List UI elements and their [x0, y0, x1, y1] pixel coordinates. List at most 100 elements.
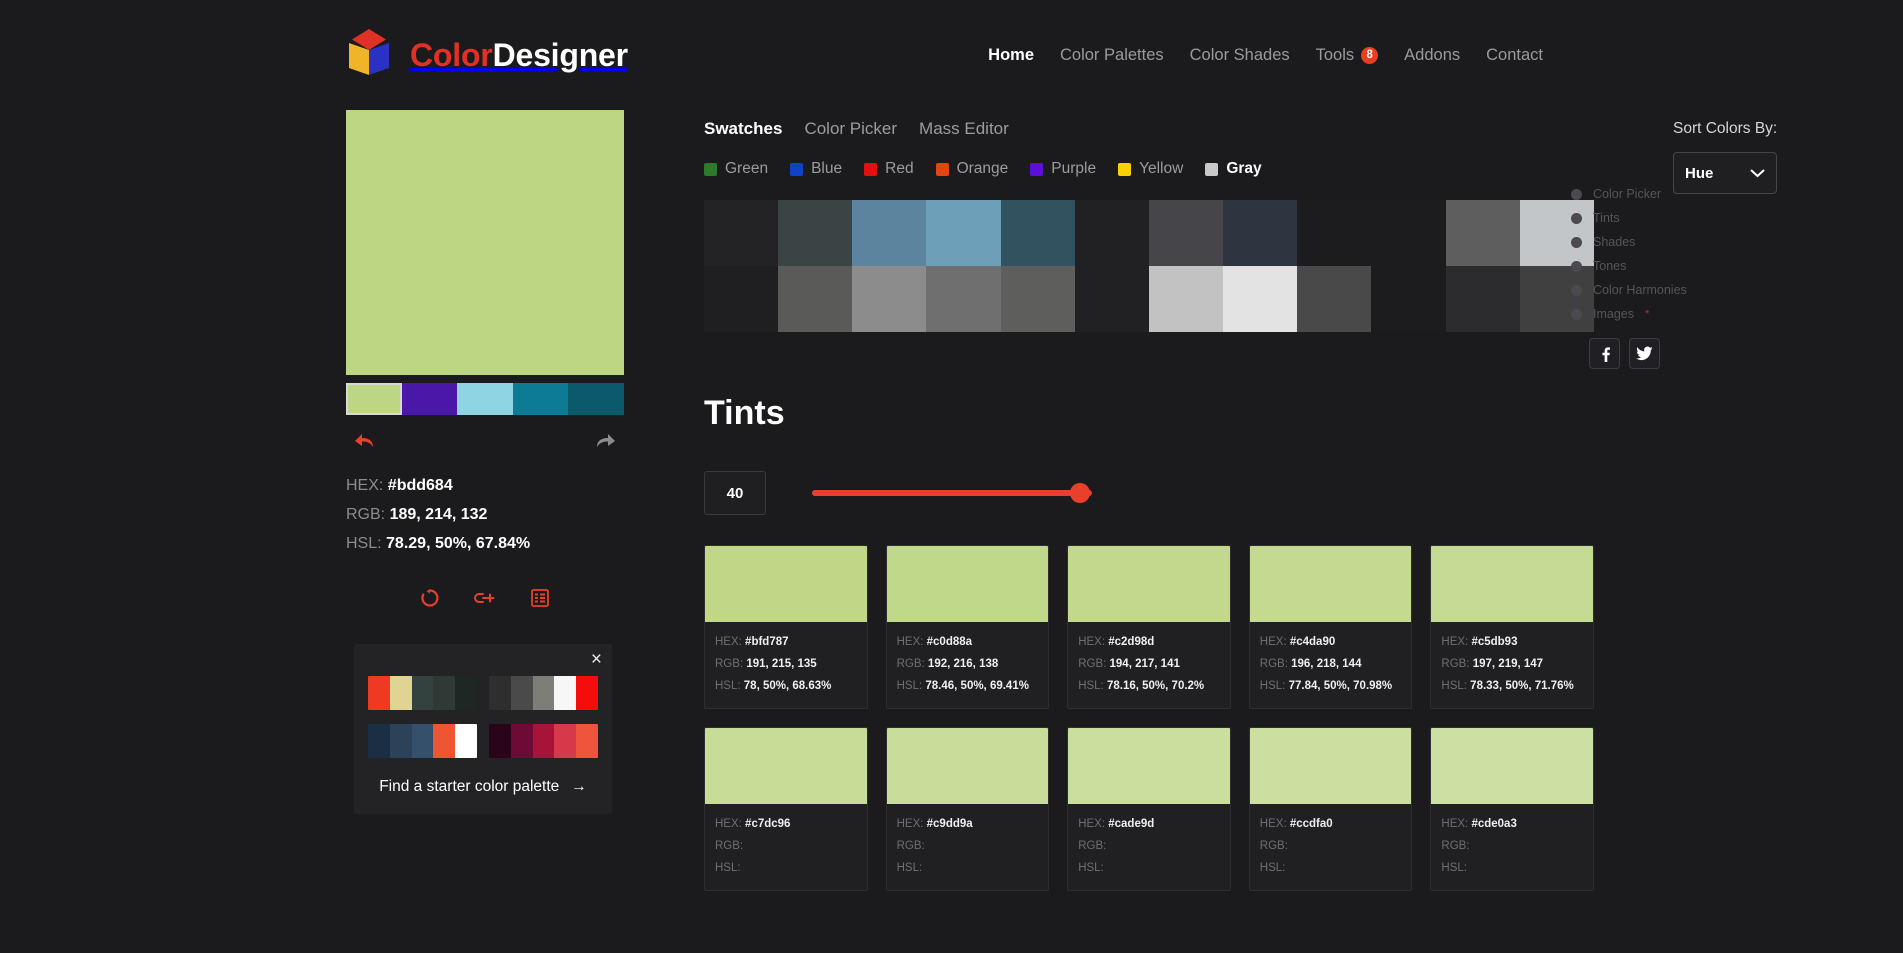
starter-palette-3[interactable] — [368, 724, 477, 758]
category-green[interactable]: Green — [704, 160, 768, 178]
nav-item-tools[interactable]: Tools 8 — [1316, 46, 1379, 65]
category-gray[interactable]: Gray — [1205, 160, 1262, 178]
swatch-cell[interactable] — [704, 266, 779, 332]
category-color-dot — [864, 162, 878, 176]
category-red[interactable]: Red — [864, 160, 914, 178]
tint-card[interactable]: HEX: #c7dc96 RGB: HSL: — [704, 727, 868, 891]
swatch-cell[interactable] — [1000, 266, 1075, 332]
tint-card[interactable]: HEX: #c2d98d RGB: 194, 217, 141 HSL: 78.16… — [1067, 545, 1231, 709]
category-yellow[interactable]: Yellow — [1118, 160, 1183, 178]
palette-swatch-1[interactable] — [346, 383, 402, 415]
find-starter-palette-label: Find a starter color palette — [379, 778, 560, 795]
tint-card[interactable]: HEX: #c9dd9a RGB: HSL: — [885, 727, 1050, 891]
category-purple[interactable]: Purple — [1030, 160, 1096, 178]
tint-chip[interactable] — [1068, 546, 1230, 622]
site-logo[interactable]: ColorDesigner — [346, 29, 628, 81]
swatch-cell[interactable] — [1371, 200, 1446, 266]
tint-card[interactable]: HEX: #c4da90 RGB: 196, 218, 144 HSL: 77.84… — [1248, 545, 1413, 709]
starter-palette-4[interactable] — [489, 724, 598, 758]
randomize-icon[interactable] — [420, 588, 440, 608]
starter-palette-2[interactable] — [489, 676, 598, 710]
tint-chip[interactable] — [1249, 728, 1412, 804]
nav-item-addons[interactable]: Addons — [1404, 46, 1460, 65]
side-nav-item[interactable]: Tints — [1571, 206, 1761, 230]
palette-swatch-2[interactable] — [401, 383, 458, 415]
tint-chip[interactable] — [705, 728, 867, 804]
palette-swatch-4[interactable] — [512, 383, 569, 415]
tint-card[interactable]: HEX: #cde0a3 RGB: HSL: — [1430, 727, 1594, 891]
tint-card[interactable]: HEX: #cade9d RGB: HSL: — [1067, 727, 1231, 891]
category-orange[interactable]: Orange — [935, 160, 1008, 178]
tint-chip[interactable] — [1249, 546, 1412, 622]
swatch-cell[interactable] — [926, 200, 1001, 266]
nav-item-color-palettes[interactable]: Color Palettes — [1060, 46, 1164, 65]
nav-item-color-shades[interactable]: Color Shades — [1190, 46, 1290, 65]
swatch-cell[interactable] — [1223, 266, 1298, 332]
swatch-cell[interactable] — [852, 200, 927, 266]
swatch-cell[interactable] — [1000, 200, 1075, 266]
swatch-cell[interactable] — [1148, 200, 1224, 266]
tint-chip[interactable] — [1068, 728, 1230, 804]
nav-label: Color Shades — [1189, 45, 1290, 64]
tint-meta: HEX: #c9dd9a RGB: HSL: — [887, 804, 1049, 890]
list-view-icon[interactable] — [530, 588, 550, 608]
main-panel: Swatches Color Picker Mass Editor Green … — [624, 110, 1594, 891]
find-starter-palette-link[interactable]: Find a starter color palette → — [368, 778, 598, 796]
nav-item-home[interactable]: Home — [988, 46, 1034, 65]
slider-thumb[interactable] — [1070, 483, 1090, 503]
undo-icon[interactable] — [350, 429, 376, 451]
facebook-share-button[interactable] — [1589, 338, 1620, 369]
starter-palette-1[interactable] — [368, 676, 477, 710]
tint-chip[interactable] — [1431, 546, 1593, 622]
swatch-cell[interactable] — [1297, 266, 1372, 332]
tab-swatches[interactable]: Swatches — [704, 119, 782, 139]
add-color-icon[interactable] — [474, 588, 496, 608]
page-root: ColorDesigner Home Color Palettes Color … — [0, 0, 1903, 953]
category-color-dot — [935, 162, 949, 176]
tint-rgb-row: RGB: — [897, 835, 1039, 857]
tint-card[interactable]: HEX: #c0d88a RGB: 192, 216, 138 HSL: 78.46… — [885, 545, 1050, 709]
swatch-cell[interactable] — [778, 200, 853, 266]
swatch-cell[interactable] — [1074, 200, 1149, 266]
tints-slider[interactable] — [812, 482, 1092, 504]
tab-color-picker[interactable]: Color Picker — [804, 119, 897, 139]
swatch-cell[interactable] — [1074, 266, 1149, 332]
swatch-cell[interactable] — [1148, 266, 1224, 332]
swatch-cell[interactable] — [852, 266, 927, 332]
swatch-cell[interactable] — [1223, 200, 1298, 266]
redo-icon[interactable] — [594, 429, 620, 451]
side-nav-item[interactable]: Color Harmonies — [1571, 278, 1761, 302]
swatch-cell[interactable] — [1297, 200, 1372, 266]
swatch-cell[interactable] — [926, 266, 1001, 332]
tints-count-input[interactable] — [704, 471, 766, 515]
tint-chip[interactable] — [886, 728, 1049, 804]
tint-card[interactable]: HEX: #c5db93 RGB: 197, 219, 147 HSL: 78.33… — [1430, 545, 1594, 709]
tint-card[interactable]: HEX: #bfd787 RGB: 191, 215, 135 HSL: 78, 5… — [704, 545, 868, 709]
tint-rgb-label: RGB: — [715, 658, 744, 670]
side-nav-item[interactable]: Tones — [1571, 254, 1761, 278]
logo-text: ColorDesigner — [410, 37, 628, 74]
tint-chip[interactable] — [705, 546, 867, 622]
side-nav-item[interactable]: Color Picker — [1571, 182, 1761, 206]
swatch-cell[interactable] — [704, 200, 779, 266]
swatch-cell[interactable] — [1445, 266, 1520, 332]
side-nav-item[interactable]: Images * — [1571, 302, 1761, 326]
tint-hsl-row: HSL: 77.84, 50%, 70.98% — [1260, 675, 1402, 697]
category-blue[interactable]: Blue — [790, 160, 842, 178]
palette-swatch-3[interactable] — [457, 383, 513, 415]
twitter-share-button[interactable] — [1629, 338, 1660, 369]
tab-mass-editor[interactable]: Mass Editor — [919, 119, 1009, 139]
close-icon[interactable]: × — [591, 650, 602, 669]
swatch-cell[interactable] — [778, 266, 853, 332]
tint-card[interactable]: HEX: #ccdfa0 RGB: HSL: — [1248, 727, 1413, 891]
swatch-cell[interactable] — [1445, 200, 1520, 266]
palette-swatch-5[interactable] — [568, 383, 624, 415]
tint-chip[interactable] — [886, 546, 1049, 622]
tint-chip[interactable] — [1431, 728, 1593, 804]
side-nav-item[interactable]: Shades — [1571, 230, 1761, 254]
tint-rgb-value: 192, 216, 138 — [927, 658, 999, 670]
swatch-cell[interactable] — [1371, 266, 1446, 332]
current-color-preview[interactable] — [346, 110, 624, 375]
tint-hex-row: HEX: #c2d98d — [1078, 631, 1220, 653]
nav-item-contact[interactable]: Contact — [1486, 46, 1543, 65]
